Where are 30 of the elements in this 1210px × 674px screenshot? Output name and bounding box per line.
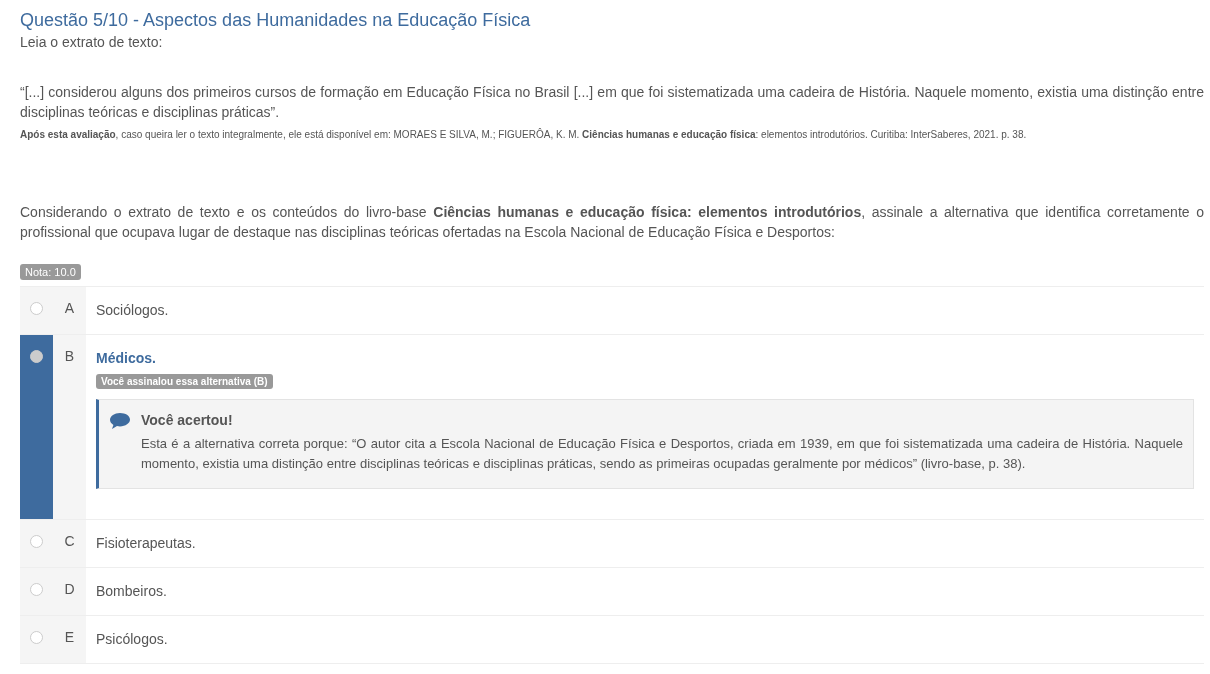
radio-button[interactable] xyxy=(30,631,43,644)
radio-button[interactable] xyxy=(30,535,43,548)
option-marker[interactable] xyxy=(20,287,53,334)
radio-button[interactable] xyxy=(30,583,43,596)
option-text[interactable]: Sociólogos. xyxy=(96,300,1194,320)
option-marker[interactable] xyxy=(20,520,53,567)
option-marker[interactable] xyxy=(20,616,53,663)
feedback-text: Esta é a alternativa correta porque: “O autor cita a Escola Nacional de Educação Física e Desportos, criada em 1939, em que foi sistematizada uma cadeira de História. Naquele momento, existia uma distinção entre disciplinas teóricas e disciplinas práticas, sendo as primeiras ocupadas geralmente por médicos” (livro-base, p. 38). xyxy=(141,435,1183,473)
speech-bubble-icon xyxy=(109,412,131,430)
option-letter: A xyxy=(53,287,86,334)
option-letter: B xyxy=(53,335,86,519)
option-letter: C xyxy=(53,520,86,567)
option-letter: E xyxy=(53,616,86,663)
question-title: Questão 5/10 - Aspectos das Humanidades na Educação Física xyxy=(20,9,532,32)
option-text[interactable]: Fisioterapeutas. xyxy=(96,533,1194,553)
question-text: Considerando o extrato de texto e os conteúdos do livro-base Ciências humanas e educação física: elementos introdutórios, assinale a alternativa que identifica corretamente o profissional que ocupava lugar de destaque nas disciplinas teóricas ofertadas na Escola Nacional de Educação Física e Desportos: xyxy=(20,203,1204,242)
option-marker[interactable] xyxy=(20,568,53,615)
quote-text: “[...] considerou alguns dos primeiros cursos de formação em Educação Física no Brasil [...] em que foi sistematizada uma cadeira de História. Naquele momento, existia uma distinção entre disciplinas teóricas e disciplinas práticas”. xyxy=(20,83,1204,122)
feedback-title: Você acertou! xyxy=(141,411,234,430)
option-text[interactable]: Psicólogos. xyxy=(96,629,1194,649)
option-marker[interactable] xyxy=(20,335,53,519)
radio-button[interactable] xyxy=(30,302,43,315)
option-text[interactable]: Bombeiros. xyxy=(96,581,1194,601)
grade-badge: Nota: 10.0 xyxy=(20,264,81,280)
option-letter: D xyxy=(53,568,86,615)
source-text: Após esta avaliação, caso queira ler o texto integralmente, ele está disponível em: MORAES E SILVA, M.; FIGUERÔA, K. M. Ciências humanas e educação física: elementos introdutórios. Curitiba: InterSaberes, 2021. p. 38. xyxy=(20,128,1028,142)
selection-badge: Você assinalou essa alternativa (B) xyxy=(96,374,273,389)
radio-button[interactable] xyxy=(30,350,43,363)
intro-text: Leia o extrato de texto: xyxy=(20,33,164,52)
option-text[interactable]: Médicos. xyxy=(96,348,1194,368)
